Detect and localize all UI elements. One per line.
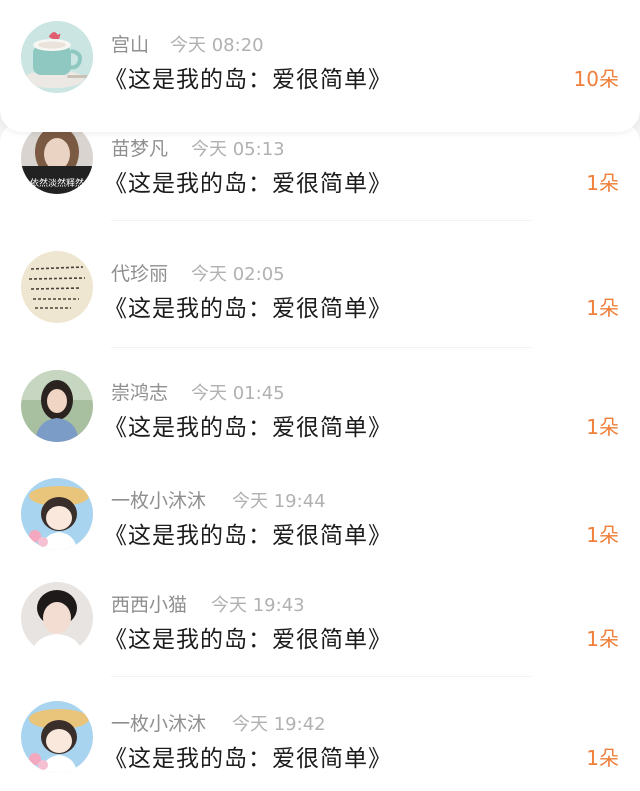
flower-count: 1朵 bbox=[586, 171, 619, 195]
flower-count: 1朵 bbox=[586, 627, 619, 651]
flower-count: 1朵 bbox=[586, 746, 619, 770]
gift-message: 《这是我的岛：爱很简单》 bbox=[104, 523, 392, 549]
sender-name[interactable]: 一枚小沐沐 bbox=[111, 486, 206, 513]
handwriting-avatar[interactable] bbox=[21, 251, 93, 323]
gift-message: 《这是我的岛：爱很简单》 bbox=[104, 171, 392, 197]
sender-name[interactable]: 一枚小沐沐 bbox=[111, 709, 206, 736]
flower-count: 1朵 bbox=[586, 415, 619, 439]
sender-name[interactable]: 苗梦凡 bbox=[111, 134, 168, 161]
gift-message: 《这是我的岛：爱很简单》 bbox=[104, 746, 392, 772]
boy-photo-avatar[interactable] bbox=[21, 582, 93, 654]
cartoon-girl-avatar[interactable] bbox=[21, 478, 93, 550]
sender-name[interactable]: 宫山 bbox=[111, 30, 149, 57]
gift-message: 《这是我的岛：爱很简单》 bbox=[104, 67, 392, 93]
avatar-caption: 依然淡然释然 bbox=[29, 179, 84, 189]
sender-name[interactable]: 西西小猫 bbox=[111, 590, 187, 617]
divider bbox=[111, 676, 531, 677]
record-list-card: 依然淡然释然 苗梦凡 今天 05:13 《这是我的岛：爱很简单》 1朵 代珍丽 … bbox=[0, 122, 640, 791]
flower-count: 10朵 bbox=[573, 67, 619, 91]
sender-name[interactable]: 崇鸿志 bbox=[111, 378, 168, 405]
sender-name[interactable]: 代珍丽 bbox=[111, 259, 168, 286]
sent-time: 今天 01:45 bbox=[191, 383, 285, 404]
flower-count: 1朵 bbox=[586, 523, 619, 547]
sent-time: 今天 08:20 bbox=[170, 35, 264, 56]
gift-message: 《这是我的岛：爱很简单》 bbox=[104, 415, 392, 441]
girl-photo-avatar[interactable] bbox=[21, 370, 93, 442]
teacup-avatar[interactable] bbox=[21, 21, 93, 93]
divider bbox=[111, 347, 531, 348]
gift-message: 《这是我的岛：爱很简单》 bbox=[104, 296, 392, 322]
divider bbox=[111, 220, 531, 221]
sent-time: 今天 05:13 bbox=[191, 139, 285, 160]
sent-time: 今天 19:44 bbox=[232, 491, 326, 512]
gift-message: 《这是我的岛：爱很简单》 bbox=[104, 627, 392, 653]
sent-time: 今天 19:42 bbox=[232, 714, 326, 735]
cartoon-girl-avatar[interactable] bbox=[21, 701, 93, 773]
sent-time: 今天 19:43 bbox=[211, 595, 305, 616]
top-record-card: 宫山 今天 08:20 《这是我的岛：爱很简单》 10朵 bbox=[0, 0, 640, 132]
flower-count: 1朵 bbox=[586, 296, 619, 320]
gift-record-list: 宫山 今天 08:20 《这是我的岛：爱很简单》 10朵 依然淡然释然 苗梦凡 … bbox=[0, 0, 640, 791]
sent-time: 今天 02:05 bbox=[191, 264, 285, 285]
